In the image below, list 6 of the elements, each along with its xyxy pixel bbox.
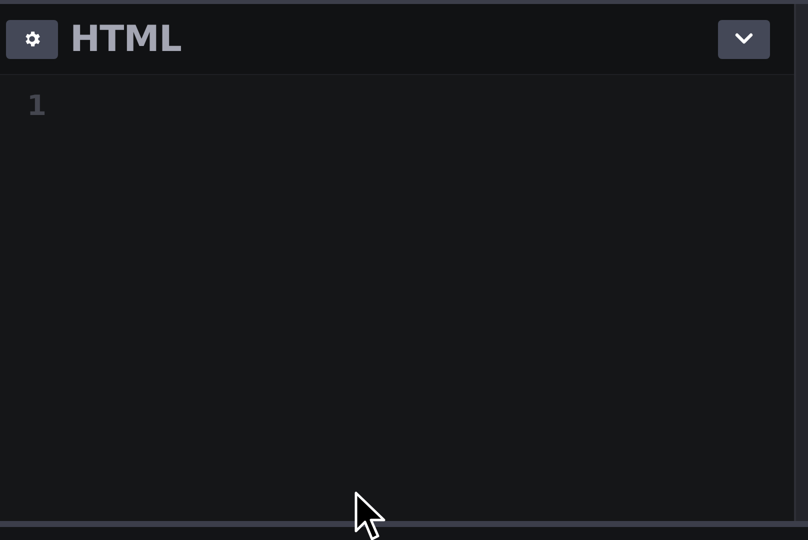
chevron-down-icon <box>734 33 754 45</box>
panel-title: HTML <box>70 18 182 60</box>
resize-handle[interactable] <box>794 4 808 521</box>
mouse-pointer-icon <box>354 491 388 540</box>
settings-button[interactable] <box>6 20 58 58</box>
dropdown-button[interactable] <box>718 20 770 58</box>
